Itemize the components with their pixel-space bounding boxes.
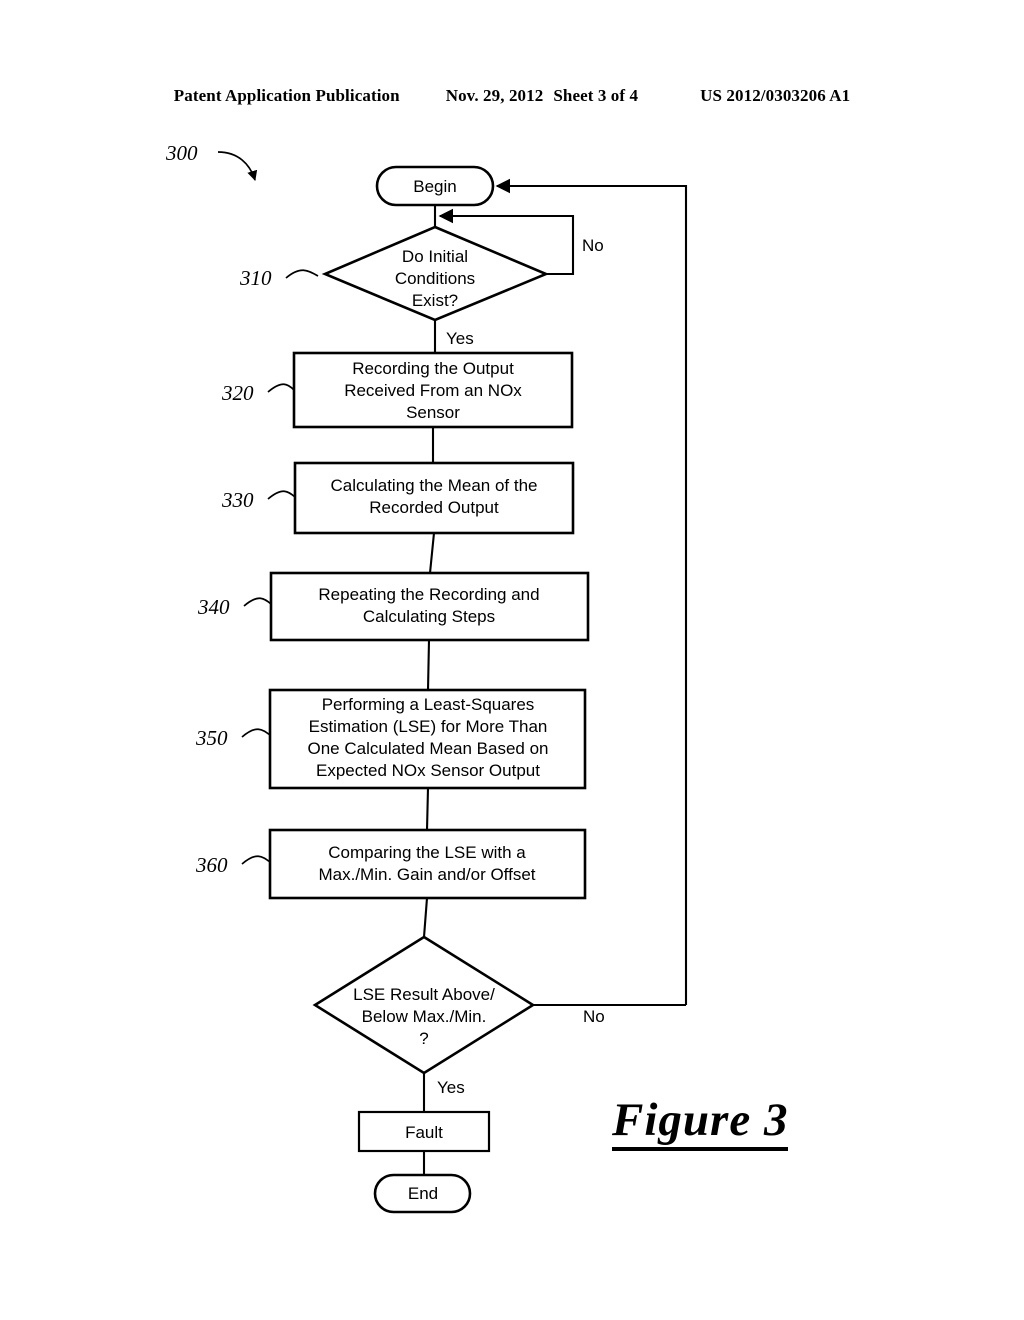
ref-340-leader [243,597,272,607]
ref-310-leader [285,269,319,279]
decision-initial-line-2: Conditions [395,269,475,288]
process-350-line-1: Performing a Least-Squares [322,695,535,714]
decision-result-line-2: Below Max./Min. [362,1007,487,1026]
process-340-line-2: Calculating Steps [363,607,495,626]
process-330-line-2: Recorded Output [369,498,499,517]
fault-label: Fault [405,1123,443,1142]
decision-result-line-3: ? [419,1029,428,1048]
branch-label-yes-top: Yes [446,329,474,348]
process-350-line-3: One Calculated Mean Based on [308,739,549,758]
process-320-line-3: Sensor [406,403,460,422]
connector-330-to-340 [428,532,436,574]
ref-320-label: 320 [221,381,254,405]
decision-initial-line-3: Exist? [412,291,458,310]
ref-310-label: 310 [239,266,272,290]
diagram-number-label: 300 [165,141,198,165]
process-360-line-1: Comparing the LSE with a [328,843,526,862]
decision-result-line-1: LSE Result Above/ [353,985,495,1004]
ref-350-label: 350 [195,726,228,750]
process-350-line-4: Expected NOx Sensor Output [316,761,540,780]
process-340-line-1: Repeating the Recording and [318,585,539,604]
ref-360-leader [241,855,271,865]
branch-label-no-bottom: No [583,1007,605,1026]
process-320-line-2: Received From an NOx [344,381,522,400]
end-label: End [408,1184,438,1203]
figure-caption: Figure 3 [612,1095,789,1152]
branch-label-yes-bottom: Yes [437,1078,465,1097]
patent-page: Patent Application Publication Nov. 29, … [0,0,1024,1320]
ref-330-label: 330 [221,488,254,512]
connector-350-to-360 [425,787,430,831]
process-360-line-2: Max./Min. Gain and/or Offset [319,865,536,884]
flowchart-diagram: 300 Begin No Do Initial Conditions Exist… [165,141,688,1214]
decision-initial-line-1: Do Initial [402,247,468,266]
process-330-line-1: Calculating the Mean of the [331,476,538,495]
begin-label: Begin [413,177,456,196]
ref-340-label: 340 [197,595,230,619]
ref-350-leader [241,728,271,738]
ref-320-leader [267,383,295,393]
connector-360-to-decision [422,897,429,938]
diagram-number-arrow [217,151,258,181]
branch-label-no-top: No [582,236,604,255]
process-box-360 [268,828,587,900]
process-320-line-1: Recording the Output [352,359,514,378]
process-350-line-2: Estimation (LSE) for More Than [309,717,548,736]
connector-340-to-350 [426,639,431,691]
decision-lse-result [312,935,536,1075]
ref-360-label: 360 [195,853,228,877]
ref-330-leader [267,490,296,500]
